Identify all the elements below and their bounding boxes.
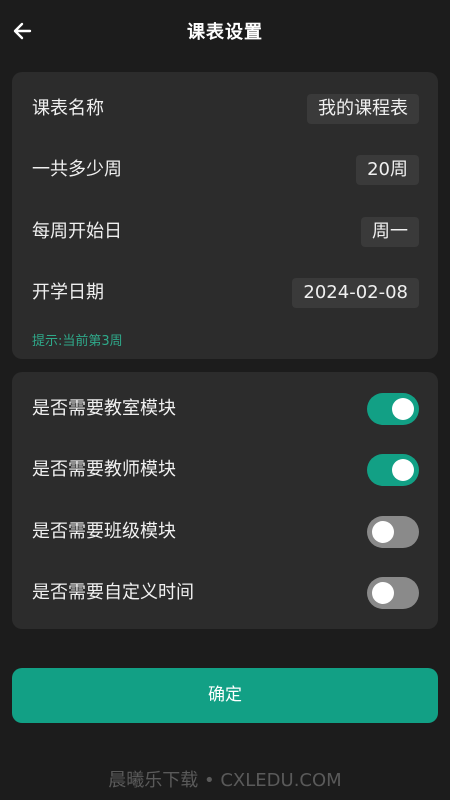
week-start-day-label: 每周开始日 — [32, 221, 122, 242]
custom-time-toggle[interactable] — [367, 577, 419, 609]
classroom-module-label: 是否需要教室模块 — [32, 398, 176, 419]
watermark: 晨曦乐下载 • CXLEDU.COM — [108, 770, 342, 791]
total-weeks-value[interactable]: 20周 — [356, 155, 419, 185]
settings-screen: 课表设置 课表名称 我的课程表 一共多少周 20周 每周开始日 周一 开学日期 … — [0, 0, 450, 800]
toggle-knob — [372, 582, 394, 604]
week-start-day-value[interactable]: 周一 — [361, 217, 419, 247]
toggle-knob — [392, 459, 414, 481]
row-classroom-module: 是否需要教室模块 — [12, 387, 438, 431]
page-title: 课表设置 — [187, 22, 263, 43]
row-custom-time: 是否需要自定义时间 — [12, 571, 438, 615]
toggle-knob — [372, 521, 394, 543]
semester-start-date-label: 开学日期 — [32, 282, 104, 303]
total-weeks-label: 一共多少周 — [32, 159, 122, 180]
class-module-label: 是否需要班级模块 — [32, 521, 176, 542]
teacher-module-label: 是否需要教师模块 — [32, 459, 176, 480]
semester-start-date-value[interactable]: 2024-02-08 — [292, 278, 419, 308]
row-class-module: 是否需要班级模块 — [12, 510, 438, 554]
confirm-button[interactable]: 确定 — [12, 668, 438, 723]
row-teacher-module: 是否需要教师模块 — [12, 448, 438, 492]
toggle-knob — [392, 398, 414, 420]
row-week-start-day: 每周开始日 周一 — [12, 210, 438, 254]
schedule-name-label: 课表名称 — [32, 98, 104, 119]
row-total-weeks: 一共多少周 20周 — [12, 148, 438, 192]
row-schedule-name: 课表名称 我的课程表 — [12, 87, 438, 131]
row-semester-start-date: 开学日期 2024-02-08 — [12, 271, 438, 315]
classroom-module-toggle[interactable] — [367, 393, 419, 425]
current-week-hint: 提示:当前第3周 — [32, 334, 123, 349]
module-settings-card: 是否需要教室模块 是否需要教师模块 是否需要班级模块 是否需要自定义时间 — [12, 372, 438, 629]
custom-time-label: 是否需要自定义时间 — [32, 582, 194, 603]
class-module-toggle[interactable] — [367, 516, 419, 548]
header: 课表设置 — [0, 0, 450, 62]
basic-settings-card: 课表名称 我的课程表 一共多少周 20周 每周开始日 周一 开学日期 2024-… — [12, 72, 438, 359]
schedule-name-value[interactable]: 我的课程表 — [307, 94, 419, 124]
teacher-module-toggle[interactable] — [367, 454, 419, 486]
